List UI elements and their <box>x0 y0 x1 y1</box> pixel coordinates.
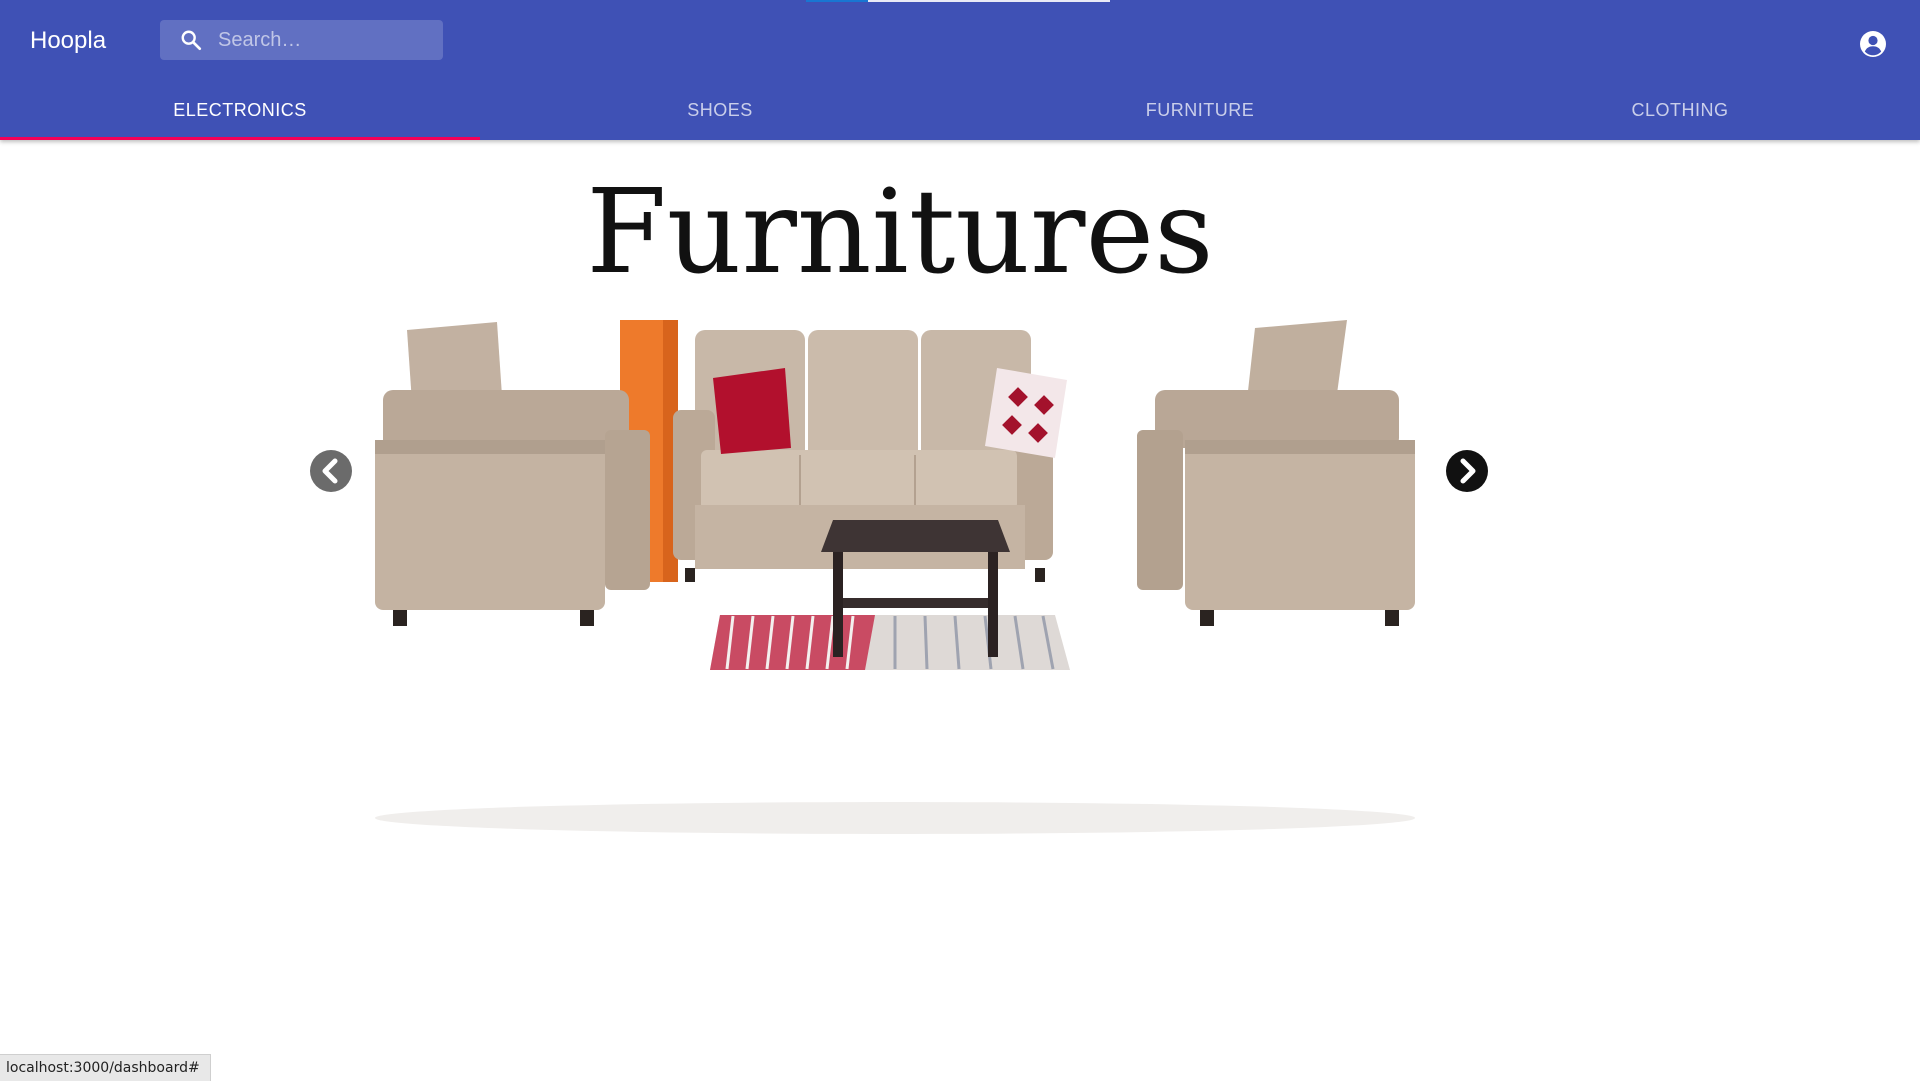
app-bar: Hoopla ELECTRONICS SHOES FURNITUR <box>0 0 1920 140</box>
status-bar-url: localhost:3000/dashboard# <box>0 1054 211 1081</box>
left-armchair <box>375 322 650 626</box>
tab-clothing[interactable]: CLOTHING <box>1440 80 1920 140</box>
carousel-prev-button[interactable] <box>310 450 352 492</box>
search-box[interactable] <box>160 20 443 60</box>
tab-shoes[interactable]: SHOES <box>480 80 960 140</box>
toolbar: Hoopla <box>0 0 1920 80</box>
category-tabs: ELECTRONICS SHOES FURNITURE CLOTHING <box>0 80 1920 140</box>
account-circle-icon <box>1858 31 1888 63</box>
tab-furniture[interactable]: FURNITURE <box>960 80 1440 140</box>
rug <box>710 615 1070 670</box>
carousel: Furnitures <box>310 140 1490 834</box>
brand-title[interactable]: Hoopla <box>30 26 106 56</box>
furniture-image <box>355 320 1435 840</box>
slide-title: Furnitures <box>586 165 1214 300</box>
right-armchair <box>1137 320 1415 626</box>
search-input[interactable] <box>218 20 433 60</box>
carousel-next-button[interactable] <box>1446 450 1488 492</box>
account-button[interactable] <box>1858 29 1888 59</box>
search-icon <box>180 29 202 51</box>
tab-electronics[interactable]: ELECTRONICS <box>0 80 480 140</box>
